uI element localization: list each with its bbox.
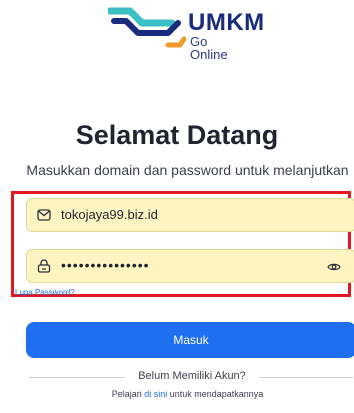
divider-line-left [29, 377, 125, 378]
brand-name: UMKM [188, 9, 265, 36]
divider-line-right [259, 377, 353, 378]
mail-icon [37, 208, 51, 226]
umkm-go-online-logo: UMKM Go Online [108, 5, 264, 67]
forgot-password-link[interactable]: Lupa Password? [15, 288, 75, 297]
password-field[interactable]: ••••••••••••••• [26, 249, 354, 283]
lock-icon [37, 259, 51, 278]
page-subtitle: Masukkan domain dan password untuk melan… [26, 162, 349, 178]
login-button[interactable]: Masuk [26, 322, 354, 358]
learn-here-link[interactable]: di sini [144, 389, 167, 399]
brand-line-online: Online [190, 47, 228, 62]
domain-value: tokojaya99.biz.id [61, 207, 158, 222]
password-value: ••••••••••••••• [61, 257, 150, 273]
divider-text: Belum Memiliki Akun? [138, 370, 246, 382]
signup-divider: Belum Memiliki Akun? [29, 370, 353, 384]
umkm-logo-mark-icon [108, 7, 186, 48]
page-title: Selamat Datang [75, 120, 279, 150]
learn-more-text: Pelajari di sini untuk mendapatkannya [0, 389, 354, 399]
domain-field[interactable]: tokojaya99.biz.id [26, 198, 354, 232]
learn-prefix: Pelajari [111, 389, 145, 399]
eye-icon[interactable] [327, 260, 341, 278]
learn-suffix: untuk mendapatkannya [167, 389, 264, 399]
